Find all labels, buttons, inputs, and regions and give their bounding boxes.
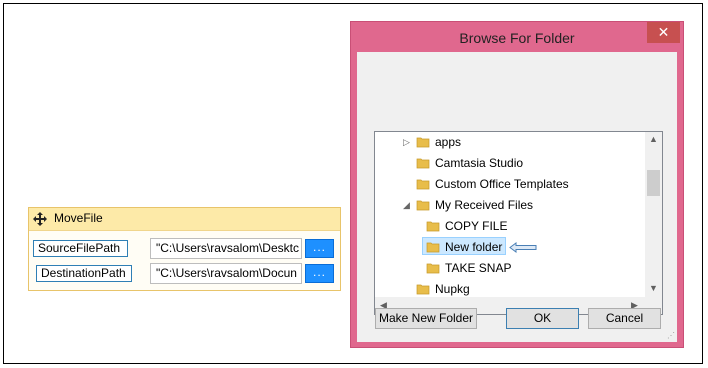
vertical-scrollbar[interactable]: ▲ ▼ xyxy=(645,132,662,297)
tree-item-apps[interactable]: ▷ apps xyxy=(375,132,645,152)
expand-icon xyxy=(413,242,421,252)
expand-icon xyxy=(413,263,421,273)
folder-icon xyxy=(416,179,430,190)
tree-item-label: Nupkg xyxy=(435,282,470,296)
tree-item-my-received-files[interactable]: ◢ My Received Files xyxy=(375,195,645,215)
destination-path-label: DestinationPath xyxy=(36,265,132,282)
tree-item-label: COPY FILE xyxy=(445,219,508,233)
dialog-title: Browse For Folder xyxy=(459,30,575,46)
collapse-icon[interactable]: ◢ xyxy=(403,200,411,210)
scrollbar-thumb[interactable] xyxy=(647,170,660,196)
expand-icon xyxy=(403,179,411,189)
tree-item-take-snap[interactable]: TAKE SNAP xyxy=(375,258,645,278)
folder-icon xyxy=(416,158,430,169)
ok-button[interactable]: OK xyxy=(506,308,579,329)
source-path-field[interactable]: "C:\Users\ravsalom\Desktc xyxy=(150,238,302,259)
activity-title: MoveFile xyxy=(54,211,103,225)
tree-item-new-folder[interactable]: New folder xyxy=(375,237,645,257)
folder-icon xyxy=(426,242,440,253)
source-browse-button[interactable]: ... xyxy=(305,239,334,258)
destination-path-field[interactable]: "C:\Users\ravsalom\Docun xyxy=(150,263,302,284)
resize-grip-icon[interactable]: ⋰ xyxy=(667,331,675,340)
expand-icon xyxy=(413,221,421,231)
browse-for-folder-dialog: Browse For Folder ✕ ▷ apps Camtasia Stud… xyxy=(350,21,684,348)
pointer-arrow-icon xyxy=(509,242,537,253)
scroll-down-icon[interactable]: ▼ xyxy=(649,283,658,293)
folder-icon xyxy=(416,200,430,211)
tree-item-label: Custom Office Templates xyxy=(435,177,569,191)
tree-item-nupkg[interactable]: Nupkg xyxy=(375,279,645,299)
tree-item-camtasia-studio[interactable]: Camtasia Studio xyxy=(375,153,645,173)
close-button[interactable]: ✕ xyxy=(647,22,680,43)
source-path-label: SourceFilePath xyxy=(33,240,128,257)
folder-icon xyxy=(426,263,440,274)
dialog-body: ▷ apps Camtasia Studio Custom Office Tem… xyxy=(357,52,677,342)
expand-icon[interactable]: ▷ xyxy=(403,137,411,147)
tree-item-copy-file[interactable]: COPY FILE xyxy=(375,216,645,236)
tree-item-label: Camtasia Studio xyxy=(435,156,524,170)
destination-browse-button[interactable]: ... xyxy=(305,264,334,283)
scroll-up-icon[interactable]: ▲ xyxy=(649,134,658,144)
expand-icon xyxy=(403,158,411,168)
cancel-button[interactable]: Cancel xyxy=(588,308,661,329)
tree-item-label: apps xyxy=(435,135,462,149)
make-new-folder-button[interactable]: Make New Folder xyxy=(375,308,477,329)
folder-tree[interactable]: ▷ apps Camtasia Studio Custom Office Tem… xyxy=(374,131,663,315)
tree-item-label: New folder xyxy=(445,240,503,254)
folder-icon xyxy=(416,137,430,148)
folder-icon xyxy=(426,221,440,232)
tree-item-custom-office-templates[interactable]: Custom Office Templates xyxy=(375,174,645,194)
move-icon xyxy=(33,212,47,226)
activity-header[interactable]: MoveFile xyxy=(29,208,340,231)
folder-icon xyxy=(416,284,430,295)
expand-icon xyxy=(403,284,411,294)
tree-item-label: TAKE SNAP xyxy=(445,261,512,275)
movefile-activity[interactable]: MoveFile SourceFilePath "C:\Users\ravsal… xyxy=(28,207,341,291)
tree-item-label: My Received Files xyxy=(435,198,534,212)
